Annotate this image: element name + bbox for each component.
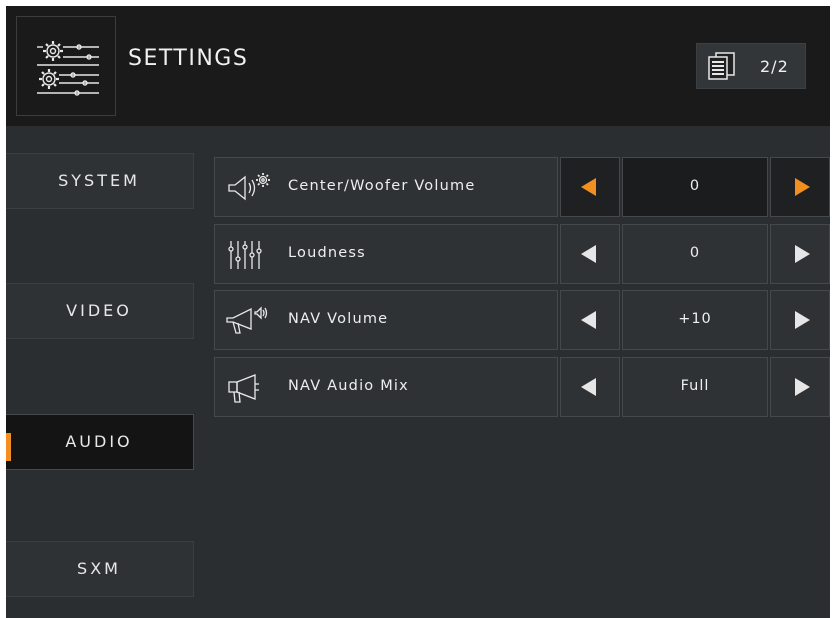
sidebar-item-sxm[interactable]: SXM bbox=[6, 541, 194, 597]
increase-button[interactable] bbox=[770, 157, 830, 217]
arrow-right-icon bbox=[795, 245, 810, 263]
setting-row-loudness: Loudness 0 bbox=[214, 224, 830, 284]
sidebar-item-audio[interactable]: AUDIO bbox=[6, 414, 194, 470]
sidebar-item-label: SYSTEM bbox=[58, 171, 140, 190]
settings-icon-box bbox=[16, 16, 116, 116]
setting-value-cell: +10 bbox=[622, 290, 768, 350]
setting-label: NAV Volume bbox=[288, 311, 389, 327]
decrease-button[interactable] bbox=[560, 357, 620, 417]
megaphone-icon bbox=[228, 374, 259, 403]
setting-label-cell[interactable]: Loudness bbox=[214, 224, 558, 284]
setting-value-cell: 0 bbox=[622, 224, 768, 284]
increase-button[interactable] bbox=[770, 290, 830, 350]
setting-value: 0 bbox=[689, 245, 701, 261]
decrease-button[interactable] bbox=[560, 157, 620, 217]
setting-value: 0 bbox=[689, 178, 701, 194]
megaphone-volume-icon bbox=[226, 306, 268, 334]
arrow-right-icon bbox=[795, 311, 810, 329]
arrow-right-icon bbox=[795, 378, 810, 396]
setting-label: Loudness bbox=[288, 245, 366, 261]
setting-row-nav-audio-mix: NAV Audio Mix Full bbox=[214, 357, 830, 417]
arrow-left-icon bbox=[581, 178, 596, 196]
arrow-right-icon bbox=[795, 178, 810, 196]
page-indicator-button[interactable]: 2/2 bbox=[696, 43, 806, 89]
setting-row-nav-volume: NAV Volume +10 bbox=[214, 290, 830, 350]
page-indicator-text: 2/2 bbox=[760, 57, 789, 76]
increase-button[interactable] bbox=[770, 224, 830, 284]
decrease-button[interactable] bbox=[560, 290, 620, 350]
settings-gears-sliders-icon bbox=[37, 41, 99, 96]
pages-icon bbox=[708, 52, 735, 80]
setting-label-cell[interactable]: NAV Audio Mix bbox=[214, 357, 558, 417]
setting-label-cell[interactable]: Center/Woofer Volume bbox=[214, 157, 558, 217]
speaker-gear-icon bbox=[228, 173, 270, 201]
header-bar: SETTINGS 2/2 bbox=[6, 6, 830, 126]
decrease-button[interactable] bbox=[560, 224, 620, 284]
sidebar-item-system[interactable]: SYSTEM bbox=[6, 153, 194, 209]
setting-value: +10 bbox=[678, 311, 712, 327]
setting-label-cell[interactable]: NAV Volume bbox=[214, 290, 558, 350]
page-title: SETTINGS bbox=[128, 46, 249, 71]
sidebar-item-label: VIDEO bbox=[66, 301, 132, 320]
setting-row-center-woofer-volume: Center/Woofer Volume 0 bbox=[214, 157, 830, 217]
setting-value-cell: 0 bbox=[622, 157, 768, 217]
sidebar-item-label: AUDIO bbox=[65, 432, 133, 451]
arrow-left-icon bbox=[581, 378, 596, 396]
equalizer-sliders-icon bbox=[228, 241, 262, 269]
setting-value-cell: Full bbox=[622, 357, 768, 417]
active-indicator bbox=[6, 433, 11, 461]
sidebar-item-video[interactable]: VIDEO bbox=[6, 283, 194, 339]
arrow-left-icon bbox=[581, 311, 596, 329]
setting-label: NAV Audio Mix bbox=[288, 378, 409, 394]
screen: SETTINGS 2/2 SYSTEM VIDEO AUDIO SXM Cent… bbox=[6, 6, 830, 618]
setting-value: Full bbox=[680, 378, 710, 394]
increase-button[interactable] bbox=[770, 357, 830, 417]
setting-label: Center/Woofer Volume bbox=[288, 178, 476, 194]
sidebar-item-label: SXM bbox=[77, 559, 121, 578]
arrow-left-icon bbox=[581, 245, 596, 263]
